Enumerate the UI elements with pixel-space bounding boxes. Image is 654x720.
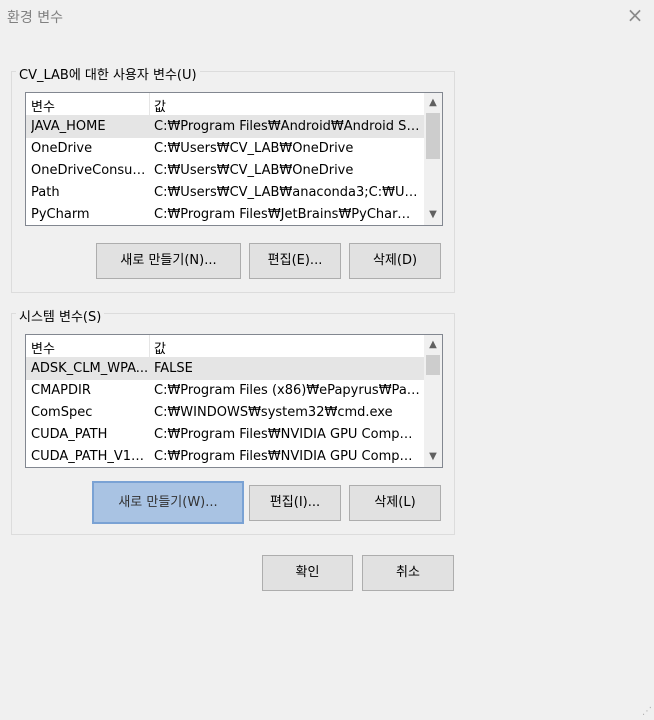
user-delete-button[interactable]: 삭제(D) xyxy=(349,243,441,279)
system-variables-group: 시스템 변수(S) 변수 값 ADSK_CLM_WPA... FALSE CMA… xyxy=(11,306,455,535)
system-variables-list[interactable]: 변수 값 ADSK_CLM_WPA... FALSE CMAPDIR C:₩Pr… xyxy=(25,334,443,468)
variable-value: C:₩Program Files (x86)₩ePapyrus₩Papyru..… xyxy=(154,383,420,398)
table-row[interactable]: OneDriveConsumer C:₩Users₩CV_LAB₩OneDriv… xyxy=(26,160,424,182)
variable-value: FALSE xyxy=(154,361,193,376)
variable-name: OneDriveConsumer xyxy=(31,163,149,178)
system-new-button[interactable]: 새로 만들기(W)... xyxy=(92,481,244,524)
table-row[interactable]: CUDA_PATH C:₩Program Files₩NVIDIA GPU Co… xyxy=(26,424,424,446)
column-header-name[interactable]: 변수 xyxy=(31,96,55,115)
scroll-thumb[interactable] xyxy=(426,355,440,375)
variable-value: C:₩Users₩CV_LAB₩OneDrive xyxy=(154,141,354,156)
variable-name: JAVA_HOME xyxy=(31,119,106,134)
variable-value: C:₩Users₩CV_LAB₩OneDrive xyxy=(154,163,354,178)
variable-value: C:₩Program Files₩JetBrains₩PyCharm 20... xyxy=(154,207,420,222)
ok-button[interactable]: 확인 xyxy=(262,555,353,591)
column-separator[interactable] xyxy=(149,335,150,357)
down-arrow-icon[interactable]: ▼ xyxy=(424,206,442,224)
table-row[interactable]: CMAPDIR C:₩Program Files (x86)₩ePapyrus₩… xyxy=(26,380,424,402)
variable-value: C:₩Program Files₩NVIDIA GPU Computin... xyxy=(154,449,420,464)
variable-value: C:₩WINDOWS₩system32₩cmd.exe xyxy=(154,405,393,420)
system-variables-label: 시스템 변수(S) xyxy=(16,306,105,325)
variable-name: CUDA_PATH_V10... xyxy=(31,449,149,464)
scroll-thumb[interactable] xyxy=(426,113,440,159)
table-row[interactable]: PyCharm C:₩Program Files₩JetBrains₩PyCha… xyxy=(26,204,424,225)
up-arrow-icon[interactable]: ▲ xyxy=(424,336,442,354)
user-variables-label: CV_LAB에 대한 사용자 변수(U) xyxy=(16,64,200,83)
title-bar: 환경 변수 × xyxy=(0,0,654,32)
column-separator[interactable] xyxy=(149,93,150,115)
window-title: 환경 변수 xyxy=(7,10,63,26)
variable-name: ADSK_CLM_WPA... xyxy=(31,361,149,376)
table-row[interactable]: ADSK_CLM_WPA... FALSE xyxy=(26,358,424,380)
user-variables-group: CV_LAB에 대한 사용자 변수(U) 변수 값 JAVA_HOME C:₩P… xyxy=(11,64,455,293)
table-row[interactable]: Path C:₩Users₩CV_LAB₩anaconda3;C:₩Users.… xyxy=(26,182,424,204)
vertical-scrollbar[interactable]: ▲ ▼ xyxy=(424,93,442,225)
variable-name: CMAPDIR xyxy=(31,383,91,398)
variable-name: CUDA_PATH xyxy=(31,427,108,442)
list-header: 변수 값 xyxy=(26,93,424,116)
dialog-body: CV_LAB에 대한 사용자 변수(U) 변수 값 JAVA_HOME C:₩P… xyxy=(0,32,654,720)
variable-value: C:₩Program Files₩Android₩Android Stud... xyxy=(154,119,420,134)
user-variables-list[interactable]: 변수 값 JAVA_HOME C:₩Program Files₩Android₩… xyxy=(25,92,443,226)
variable-name: PyCharm xyxy=(31,207,90,222)
variable-name: Path xyxy=(31,185,60,200)
user-edit-button[interactable]: 편집(E)... xyxy=(249,243,341,279)
system-edit-button[interactable]: 편집(I)... xyxy=(249,485,341,521)
variable-value: C:₩Program Files₩NVIDIA GPU Computin... xyxy=(154,427,420,442)
list-header: 변수 값 xyxy=(26,335,424,358)
variable-name: OneDrive xyxy=(31,141,93,156)
resize-grip-icon[interactable]: ⋰ xyxy=(640,706,652,718)
up-arrow-icon[interactable]: ▲ xyxy=(424,94,442,112)
close-icon[interactable]: × xyxy=(624,5,646,27)
variable-value: C:₩Users₩CV_LAB₩anaconda3;C:₩Users... xyxy=(154,185,420,200)
table-row[interactable]: CUDA_PATH_V10... C:₩Program Files₩NVIDIA… xyxy=(26,446,424,467)
system-delete-button[interactable]: 삭제(L) xyxy=(349,485,441,521)
variable-name: ComSpec xyxy=(31,405,93,420)
table-row[interactable]: OneDrive C:₩Users₩CV_LAB₩OneDrive xyxy=(26,138,424,160)
cancel-button[interactable]: 취소 xyxy=(362,555,454,591)
column-header-name[interactable]: 변수 xyxy=(31,338,55,357)
table-row[interactable]: ComSpec C:₩WINDOWS₩system32₩cmd.exe xyxy=(26,402,424,424)
vertical-scrollbar[interactable]: ▲ ▼ xyxy=(424,335,442,467)
table-row[interactable]: JAVA_HOME C:₩Program Files₩Android₩Andro… xyxy=(26,116,424,138)
column-header-value[interactable]: 값 xyxy=(154,338,166,357)
user-new-button[interactable]: 새로 만들기(N)... xyxy=(96,243,241,279)
column-header-value[interactable]: 값 xyxy=(154,96,166,115)
down-arrow-icon[interactable]: ▼ xyxy=(424,448,442,466)
